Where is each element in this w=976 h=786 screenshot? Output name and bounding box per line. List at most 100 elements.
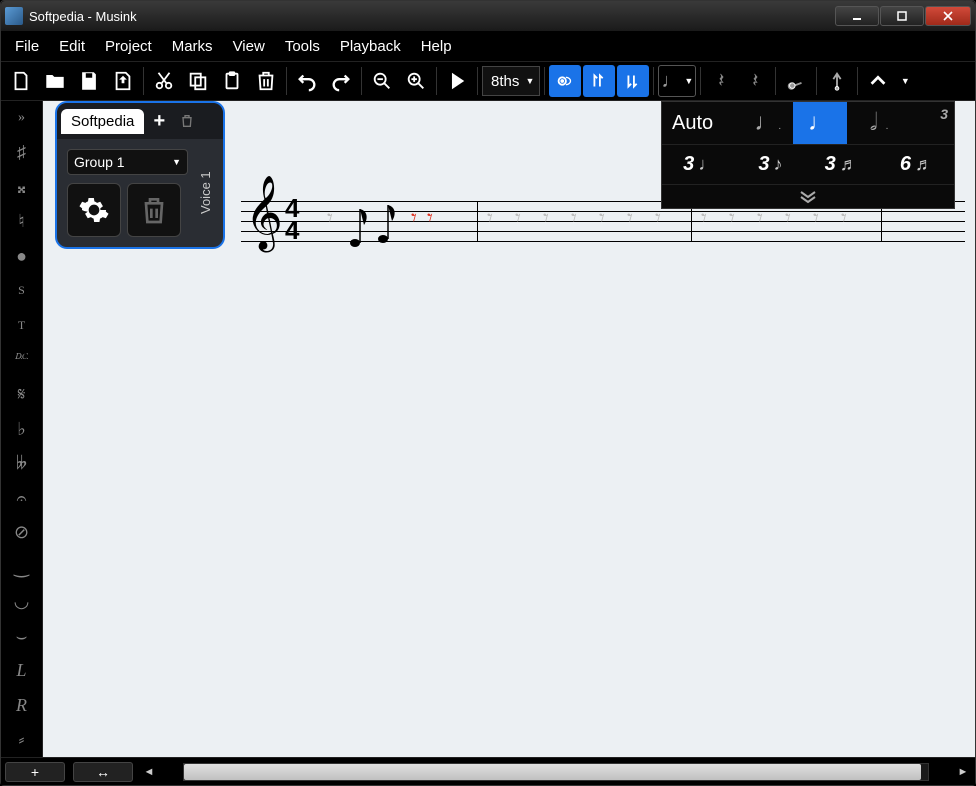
rest-ghost[interactable]: 𝄾	[543, 205, 549, 231]
app-window: Softpedia - Musink File Edit Project Mar…	[0, 0, 976, 786]
group-select[interactable]: Group 1	[67, 149, 188, 175]
rest-button-2[interactable]: 𝄽	[739, 65, 771, 97]
zoom-in-button[interactable]	[400, 65, 432, 97]
tuplet-3-quarter[interactable]: 3♩	[683, 153, 716, 176]
close-button[interactable]	[925, 6, 971, 26]
sharp-tool[interactable]: ♯	[8, 142, 36, 165]
accent-s-tool[interactable]: S	[8, 280, 36, 303]
rest-ghost[interactable]: 𝄾	[655, 205, 661, 231]
natural-tool[interactable]: ♮	[8, 211, 36, 234]
move-up-dropdown[interactable]: ▼	[896, 65, 914, 97]
menu-marks[interactable]: Marks	[164, 34, 221, 59]
bottom-bar: + ↔ ◄ ►	[1, 757, 975, 785]
duration-triplet[interactable]: 3	[900, 102, 954, 144]
maximize-button[interactable]	[880, 6, 924, 26]
horizontal-scrollbar[interactable]	[183, 763, 929, 781]
menubar: File Edit Project Marks View Tools Playb…	[1, 31, 975, 61]
eighth-note[interactable]	[375, 201, 405, 251]
tuplet-3-sixteenth[interactable]: 3♬	[825, 153, 858, 176]
score-canvas[interactable]: Softpedia + Group 1	[43, 101, 975, 757]
view-mode-3-button[interactable]	[617, 65, 649, 97]
rest-ghost[interactable]: 𝄾	[327, 205, 333, 231]
time-sig-bottom: 4	[285, 219, 299, 241]
open-button[interactable]	[39, 65, 71, 97]
track-tab[interactable]: Softpedia	[61, 109, 144, 134]
menu-project[interactable]: Project	[97, 34, 160, 59]
accent-t-tool[interactable]: T	[8, 314, 36, 337]
menu-edit[interactable]: Edit	[51, 34, 93, 59]
track-panel: Softpedia + Group 1	[55, 101, 225, 249]
tie-button[interactable]	[780, 65, 812, 97]
duration-auto[interactable]: Auto	[662, 112, 740, 135]
copy-button[interactable]	[182, 65, 214, 97]
sidebar-expand-button[interactable]: »	[8, 107, 36, 130]
undo-button[interactable]	[291, 65, 323, 97]
rest-ghost[interactable]: 𝄾	[515, 205, 521, 231]
rest-ghost[interactable]: 𝄾	[599, 205, 605, 231]
duration-quarter[interactable]: ♩	[793, 102, 847, 144]
rest-selected[interactable]: 𝄾	[411, 205, 417, 231]
dot-tool[interactable]: ●	[8, 245, 36, 268]
menu-tools[interactable]: Tools	[277, 34, 328, 59]
fermata-tool[interactable]: 𝄐	[8, 487, 36, 510]
delete-track-tab-button[interactable]	[174, 108, 200, 134]
tie-tool[interactable]: ‿	[8, 556, 36, 579]
menu-file[interactable]: File	[7, 34, 47, 59]
segno-tool[interactable]: 𝄋	[8, 383, 36, 406]
eighth-note[interactable]	[347, 201, 377, 251]
note-value-select[interactable]: 8ths	[482, 66, 540, 96]
menu-playback[interactable]: Playback	[332, 34, 409, 59]
rest-ghost[interactable]: 𝄾	[571, 205, 577, 231]
panel-expand-button[interactable]	[662, 184, 954, 208]
redo-button[interactable]	[325, 65, 357, 97]
coda-tool[interactable]: 𝄊	[8, 349, 36, 372]
fit-width-button[interactable]: ↔	[73, 762, 133, 782]
right-hand-tool[interactable]: R	[8, 694, 36, 717]
view-mode-1-button[interactable]	[549, 65, 581, 97]
double-flat-tool[interactable]: 𝄫	[8, 452, 36, 475]
cut-button[interactable]	[148, 65, 180, 97]
add-track-button[interactable]: +	[146, 108, 172, 134]
delete-button[interactable]	[250, 65, 282, 97]
add-measure-button[interactable]: +	[5, 762, 65, 782]
slash-tool[interactable]: ⊘	[8, 521, 36, 544]
scrollbar-thumb[interactable]	[184, 764, 921, 780]
track-delete-button[interactable]	[127, 183, 181, 237]
app-icon	[5, 7, 23, 25]
new-button[interactable]	[5, 65, 37, 97]
octave-up-button[interactable]	[821, 65, 853, 97]
barline[interactable]	[477, 201, 478, 241]
export-button[interactable]	[107, 65, 139, 97]
move-up-button[interactable]	[862, 65, 894, 97]
rest-ghost[interactable]: 𝄾	[627, 205, 633, 231]
save-button[interactable]	[73, 65, 105, 97]
text-tool[interactable]: ⸗	[8, 729, 36, 752]
note-duration-panel: Auto ♩. ♩ 𝅗𝅥. 3 3♩ 3♪ 3♬ 6♬	[661, 101, 955, 209]
time-signature[interactable]: 4 4	[285, 197, 299, 241]
grace-tool[interactable]: ◡	[8, 590, 36, 613]
zoom-out-button[interactable]	[366, 65, 398, 97]
pedal-tool[interactable]: ⌣	[8, 625, 36, 648]
scroll-right-button[interactable]: ►	[955, 764, 971, 780]
rest-ghost[interactable]: 𝄾	[487, 205, 493, 231]
scroll-left-button[interactable]: ◄	[141, 764, 157, 780]
duration-dotted-half[interactable]: 𝅗𝅥.	[847, 102, 901, 144]
view-mode-2-button[interactable]	[583, 65, 615, 97]
play-button[interactable]	[441, 65, 473, 97]
minimize-button[interactable]	[835, 6, 879, 26]
rest-button-1[interactable]: 𝄽	[705, 65, 737, 97]
track-settings-button[interactable]	[67, 183, 121, 237]
tuplet-3-eighth[interactable]: 3♪	[758, 153, 782, 176]
paste-button[interactable]	[216, 65, 248, 97]
left-hand-tool[interactable]: L	[8, 660, 36, 683]
flat-tool[interactable]: ♭	[8, 418, 36, 441]
note-duration-dropdown[interactable]: ♩▼	[658, 65, 696, 97]
rest-selected[interactable]: 𝄾	[427, 205, 433, 231]
menu-view[interactable]: View	[225, 34, 273, 59]
duration-dotted-quarter[interactable]: ♩.	[740, 102, 794, 144]
tuplet-6-sixteenth[interactable]: 6♬	[900, 153, 933, 176]
titlebar[interactable]: Softpedia - Musink	[1, 1, 975, 31]
window-title: Softpedia - Musink	[29, 9, 137, 24]
double-sharp-tool[interactable]: 𝄪	[8, 176, 36, 199]
menu-help[interactable]: Help	[413, 34, 460, 59]
